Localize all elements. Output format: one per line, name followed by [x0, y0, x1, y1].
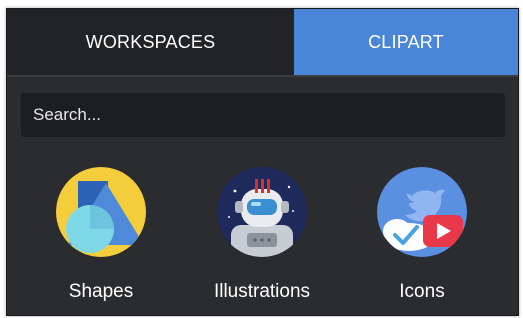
clipart-panel: WORKSPACES CLIPART Shapes — [6, 8, 519, 316]
tab-workspaces-label: WORKSPACES — [85, 31, 216, 52]
tab-clipart-label: CLIPART — [368, 31, 444, 52]
category-illustrations-label: Illustrations — [213, 281, 311, 302]
tab-workspaces[interactable]: WORKSPACES — [7, 9, 294, 75]
tab-clipart[interactable]: CLIPART — [294, 9, 518, 75]
search-box[interactable] — [21, 93, 505, 137]
shapes-icon — [56, 167, 146, 257]
category-icons-label: Icons — [399, 281, 445, 302]
tab-divider — [7, 75, 518, 77]
search-input[interactable] — [21, 93, 505, 137]
category-icons[interactable]: Icons — [347, 167, 497, 315]
panel-tabs: WORKSPACES CLIPART — [7, 9, 518, 75]
astronaut-icon — [217, 167, 307, 257]
bird-play-icon — [377, 167, 467, 257]
clipart-categories: Shapes Illustrations Icons — [7, 167, 518, 315]
category-shapes[interactable]: Shapes — [26, 167, 176, 315]
category-illustrations[interactable]: Illustrations — [187, 167, 337, 315]
category-shapes-label: Shapes — [68, 281, 134, 302]
